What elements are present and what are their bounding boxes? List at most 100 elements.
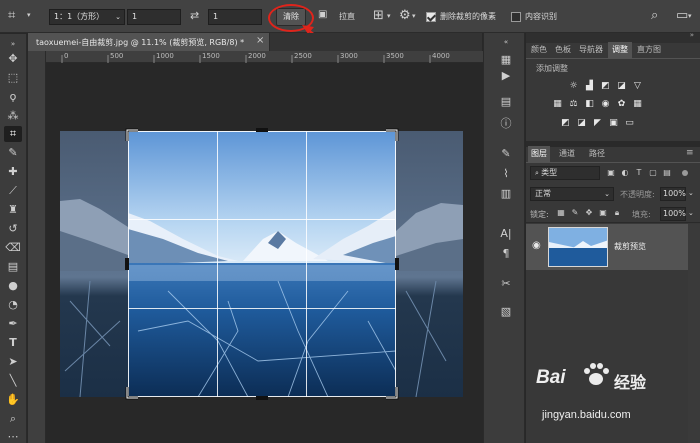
gradient-tool-icon[interactable]: ▤: [4, 259, 22, 275]
layer-name[interactable]: 裁剪预览: [614, 241, 646, 252]
exposure-icon[interactable]: ◪: [616, 81, 627, 91]
straighten-icon[interactable]: ▣: [318, 10, 327, 20]
layer-row[interactable]: ◉ 裁剪预览: [526, 224, 688, 270]
black-white-icon[interactable]: ◧: [584, 99, 595, 109]
levels-icon[interactable]: ▟: [584, 81, 595, 91]
crop-handles[interactable]: [124, 127, 400, 401]
collapse-icon[interactable]: »: [690, 31, 694, 39]
tools-icon[interactable]: ✂: [498, 277, 514, 291]
channel-mixer-icon[interactable]: ✿: [616, 99, 627, 109]
opacity-field[interactable]: 100%: [660, 187, 686, 201]
eraser-tool-icon[interactable]: ⌫: [4, 240, 22, 256]
lock-all-icon[interactable]: 🔒︎: [612, 208, 622, 218]
grid-overlay-icon[interactable]: ⊞: [373, 9, 384, 22]
ratio-select[interactable]: 1：1（方形） ⌄: [49, 9, 125, 25]
blend-mode-select[interactable]: 正常 ⌄: [530, 187, 614, 201]
tab-paths[interactable]: 路径: [586, 146, 608, 162]
paragraph-icon[interactable]: ¶: [498, 247, 514, 261]
character-icon[interactable]: A|: [498, 227, 514, 241]
glyphs-icon[interactable]: ▧: [498, 305, 514, 319]
posterize-icon[interactable]: ◪: [576, 118, 587, 128]
type-tool-icon[interactable]: T: [4, 335, 22, 351]
tab-adjustments[interactable]: 调整: [608, 42, 632, 58]
dodge-tool-icon[interactable]: ◔: [4, 297, 22, 313]
adjustment-filter-icon[interactable]: ◐: [620, 168, 630, 178]
marquee-tool-icon[interactable]: ⬚: [4, 70, 22, 86]
lasso-tool-icon[interactable]: ϙ: [4, 89, 22, 105]
brush-tool-icon[interactable]: ⟋: [4, 183, 22, 199]
collapse-icon[interactable]: »: [4, 36, 22, 52]
brush-settings-icon[interactable]: ⌇: [498, 167, 514, 181]
invert-icon[interactable]: ◩: [560, 118, 571, 128]
tab-histogram[interactable]: 直方图: [634, 42, 664, 58]
tab-color[interactable]: 颜色: [528, 42, 550, 58]
healing-brush-tool-icon[interactable]: ✚: [4, 164, 22, 180]
history-brush-tool-icon[interactable]: ↺: [4, 221, 22, 237]
zoom-tool-icon[interactable]: ⌕: [4, 411, 22, 427]
line-tool-icon[interactable]: ╲: [4, 373, 22, 389]
magic-wand-tool-icon[interactable]: ⁂: [4, 108, 22, 124]
lock-pixels-icon[interactable]: ✎: [570, 208, 580, 218]
brush-icon[interactable]: ✎: [498, 147, 514, 161]
content-aware-checkbox[interactable]: [511, 12, 521, 22]
crop-tool-icon[interactable]: ⌗: [8, 9, 15, 22]
color-balance-icon[interactable]: ⚖: [568, 99, 579, 109]
pixel-filter-icon[interactable]: ▣: [606, 168, 616, 178]
pen-tool-icon[interactable]: ✒: [4, 316, 22, 332]
gear-icon[interactable]: ⚙: [399, 9, 411, 22]
smart-filter-icon[interactable]: ▤: [662, 168, 672, 178]
visibility-eye-icon[interactable]: ◉: [532, 240, 541, 251]
clone-stamp-tool-icon[interactable]: ♜: [4, 202, 22, 218]
curves-icon[interactable]: ◩: [600, 81, 611, 91]
color-lookup-icon[interactable]: ▦: [632, 99, 643, 109]
height-field[interactable]: 1: [208, 9, 262, 25]
width-field[interactable]: 1: [127, 9, 181, 25]
chevron-down-icon[interactable]: ▾: [27, 12, 31, 19]
crop-tool-icon[interactable]: ⌗: [4, 126, 22, 142]
tab-channels[interactable]: 通道: [556, 146, 578, 162]
blur-tool-icon[interactable]: ●: [4, 278, 22, 294]
delete-cropped-checkbox[interactable]: [426, 12, 436, 22]
tab-navigator[interactable]: 导航器: [576, 42, 606, 58]
brightness-icon[interactable]: ☼: [568, 81, 579, 91]
clone-source-icon[interactable]: ▥: [498, 187, 514, 201]
hue-saturation-icon[interactable]: ▦: [552, 99, 563, 109]
close-icon[interactable]: ×: [256, 35, 264, 46]
chevron-down-icon[interactable]: ▾: [412, 13, 416, 20]
straighten-label[interactable]: 拉直: [339, 12, 355, 22]
horizontal-ruler[interactable]: 0 500 1000 1500 2000 2500 3000 3500 4000: [46, 51, 483, 63]
lock-position-icon[interactable]: ✥: [584, 208, 594, 218]
tab-layers[interactable]: 图层: [528, 146, 550, 162]
threshold-icon[interactable]: ◤: [592, 118, 603, 128]
chevron-down-icon[interactable]: ⌄: [688, 209, 694, 217]
chevron-down-icon[interactable]: ▾: [387, 13, 391, 20]
gradient-map-icon[interactable]: ▭: [624, 118, 635, 128]
fill-field[interactable]: 100%: [660, 207, 686, 221]
shape-filter-icon[interactable]: ▢: [648, 168, 658, 178]
workspace-icon[interactable]: ▭: [676, 9, 688, 22]
move-tool-icon[interactable]: ✥: [4, 51, 22, 67]
panel-menu-icon[interactable]: ≡: [686, 148, 694, 158]
photo-filter-icon[interactable]: ◉: [600, 99, 611, 109]
selective-color-icon[interactable]: ▣: [608, 118, 619, 128]
filter-toggle[interactable]: [682, 170, 688, 176]
chevron-down-icon[interactable]: ▾: [688, 13, 692, 20]
path-selection-tool-icon[interactable]: ➤: [4, 354, 22, 370]
hand-tool-icon[interactable]: ✋: [4, 392, 22, 408]
layer-filter-select[interactable]: ⌕ 类型: [530, 166, 600, 180]
eyedropper-tool-icon[interactable]: ✎: [4, 145, 22, 161]
document-tab[interactable]: taoxuemei-自由裁剪.jpg @ 11.1% (裁剪预览, RGB/8)…: [28, 33, 270, 51]
lock-transparent-icon[interactable]: ▦: [556, 208, 566, 218]
type-filter-icon[interactable]: T: [634, 168, 644, 178]
properties-icon[interactable]: ▤: [498, 95, 514, 109]
chevron-down-icon[interactable]: ⌄: [688, 189, 694, 197]
play-icon[interactable]: ▶: [498, 69, 514, 83]
more-tools-icon[interactable]: ⋯: [4, 429, 22, 443]
lock-artboard-icon[interactable]: ▣: [598, 208, 608, 218]
vibrance-icon[interactable]: ▽: [632, 81, 643, 91]
history-icon[interactable]: ▦: [498, 53, 514, 67]
tab-swatches[interactable]: 色板: [552, 42, 574, 58]
search-icon[interactable]: ⌕: [651, 9, 658, 22]
collapse-icon[interactable]: «: [498, 35, 514, 49]
info-icon[interactable]: ⓘ: [498, 117, 514, 131]
